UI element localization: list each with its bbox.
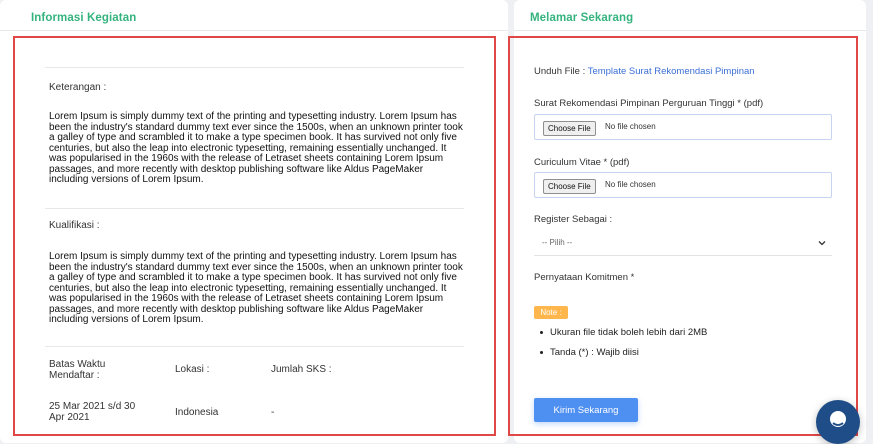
lokasi-value: Indonesia: [175, 407, 219, 418]
choose-file-button[interactable]: Choose File: [543, 179, 596, 194]
note-badge: Note :: [534, 306, 568, 319]
list-item: Ukuran file tidak boleh lebih dari 2MB: [538, 327, 707, 338]
unduh-file-label: Unduh File :: [534, 66, 588, 77]
cv-file-input[interactable]: Choose File No file chosen: [534, 172, 832, 198]
info-panel: Informasi Kegiatan Keterangan : Lorem Ip…: [0, 0, 508, 443]
info-highlight-box: Keterangan : Lorem Ipsum is simply dummy…: [13, 36, 496, 436]
kualifikasi-label: Kualifikasi :: [49, 220, 100, 231]
apply-panel: Melamar Sekarang Unduh File : Template S…: [508, 0, 866, 443]
jumlah-sks-value: -: [271, 407, 275, 418]
surat-rekomendasi-file-input[interactable]: Choose File No file chosen: [534, 114, 832, 140]
register-label: Register Sebagai :: [534, 214, 613, 225]
section-divider: [45, 67, 464, 68]
apply-highlight-box: Unduh File : Template Surat Rekomendasi …: [508, 36, 858, 436]
title-divider: [0, 30, 508, 31]
chevron-down-icon: [818, 241, 826, 246]
kualifikasi-text: Lorem Ipsum is simply dummy text of the …: [49, 251, 463, 325]
file-status-text: No file chosen: [605, 122, 656, 131]
chat-icon: [830, 411, 846, 427]
chat-widget-button[interactable]: [816, 400, 860, 444]
lokasi-label: Lokasi :: [175, 364, 210, 375]
template-download-link[interactable]: Template Surat Rekomendasi Pimpinan: [588, 66, 755, 77]
keterangan-text: Lorem Ipsum is simply dummy text of the …: [49, 111, 463, 185]
section-divider: [45, 346, 464, 347]
batas-waktu-value: 25 Mar 2021 s/d 30 Apr 2021: [49, 401, 136, 423]
register-select-value: -- Pilih --: [542, 238, 573, 247]
file-status-text: No file chosen: [605, 180, 656, 189]
choose-file-button[interactable]: Choose File: [543, 121, 596, 136]
title-divider: [514, 30, 866, 31]
batas-waktu-label: Batas Waktu Mendaftar :: [49, 359, 106, 381]
register-select[interactable]: -- Pilih --: [534, 230, 832, 256]
cv-label: Curiculum Vitae * (pdf): [534, 157, 630, 168]
unduh-file-row: Unduh File : Template Surat Rekomendasi …: [534, 66, 755, 77]
surat-rekomendasi-label: Surat Rekomendasi Pimpinan Perguruan Tin…: [534, 98, 764, 109]
apply-panel-title: Melamar Sekarang: [530, 12, 634, 24]
list-item: Tanda (*) : Wajib diisi: [538, 347, 707, 358]
note-list: Ukuran file tidak boleh lebih dari 2MB T…: [538, 327, 707, 367]
keterangan-label: Keterangan :: [49, 82, 107, 93]
info-panel-title: Informasi Kegiatan: [31, 12, 137, 24]
jumlah-sks-label: Jumlah SKS :: [271, 364, 332, 375]
submit-button[interactable]: Kirim Sekarang: [534, 398, 638, 422]
section-divider: [45, 208, 464, 209]
komitmen-label: Pernyataan Komitmen *: [534, 272, 635, 283]
